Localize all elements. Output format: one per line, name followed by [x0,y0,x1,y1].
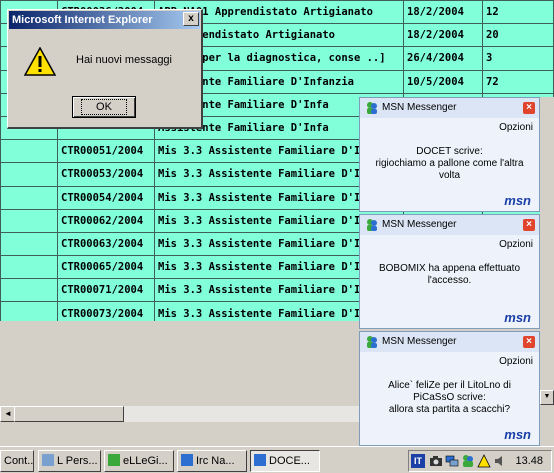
toast-title: MSN Messenger [382,336,457,347]
msn-buddy-icon [367,219,377,231]
taskbar-item-label: Cont... [4,455,34,467]
options-link[interactable]: Opzioni [499,239,533,250]
toast-title: MSN Messenger [382,102,457,113]
msn-toast-3[interactable]: MSN Messenger × Opzioni Alice` feliZe pe… [359,331,540,446]
toast-message[interactable]: Alice` feliZe per il LitoLno di PiCaSsO … [364,380,535,416]
window-icon [181,454,193,466]
table-cell: CTR00062/2004 [57,208,155,233]
table-cell: CTR00063/2004 [57,231,155,257]
warning-tray-icon[interactable] [477,454,491,468]
table-cell: CTR00071/2004 [57,278,155,303]
msn-logo: msn [504,427,531,442]
msn-buddy-icon [367,336,377,348]
toast-line: PiCaSsO scrive: [413,392,486,403]
ok-button-label: OK [81,99,127,115]
msn-logo-text: msn [504,310,531,325]
table-cell: 72 [482,69,554,94]
toast-line: allora sta partita a scacchi? [388,404,511,415]
toast-line: DOCET scrive: [416,146,483,157]
vertical-scrollbar[interactable]: ▼ [540,97,554,422]
warning-icon [24,47,56,76]
toast-line: rigiochiamo a pallone come l'altra [375,158,524,169]
table-cell: 18/2/2004 [403,0,483,25]
table-cell: 10/5/2004 [403,69,483,94]
close-icon[interactable]: × [523,102,535,114]
table-cell [0,139,58,164]
volume-icon[interactable] [493,454,507,468]
taskbar-item-label: DOCE... [269,455,310,467]
table-cell: 20 [482,23,554,48]
msn-buddy-icon [367,102,377,114]
msn-logo-text: msn [504,427,531,442]
taskbar-item[interactable]: L Pers... [38,450,101,472]
table-cell: CTR00053/2004 [57,162,155,187]
table-cell [0,162,58,187]
taskbar-item[interactable]: eLLeGi... [104,450,174,472]
options-link[interactable]: Opzioni [499,356,533,367]
toast-line: l'accesso. [427,275,472,286]
table-cell [0,255,58,280]
table-cell: 26/4/2004 [403,46,483,71]
toast-line: Alice` feliZe per il LitoLno di [388,380,511,391]
taskbar: Cont... L Pers... eLLeGi... Irc Na... DO… [0,446,554,473]
toast-line: volta [438,170,461,181]
close-icon[interactable]: × [523,336,535,348]
dialog-title: Microsoft Internet Explorer [9,11,200,29]
table-cell [0,231,58,257]
dialog-close-button[interactable]: x [183,12,199,26]
toast-message[interactable]: BOBOMIX ha appena effettuato l'accesso. [364,263,535,287]
msn-toast-1[interactable]: MSN Messenger × Opzioni DOCET scrive: ri… [359,97,540,212]
msn-tray-icon[interactable] [461,454,475,468]
table-cell: 12 [482,0,554,25]
table-cell: CTR00051/2004 [57,139,155,164]
toast-title: MSN Messenger [382,219,457,230]
alert-dialog: Microsoft Internet Explorer x Hai nuovi … [7,9,203,129]
table-cell: 18/2/2004 [403,23,483,48]
table-cell: CTR00054/2004 [57,185,155,210]
dialog-message: Hai nuovi messaggi [76,54,172,66]
msn-logo-text: msn [504,193,531,208]
taskbar-item-label: L Pers... [57,455,98,467]
window-icon [108,454,120,466]
scroll-down-button[interactable]: ▼ [540,390,554,405]
msn-logo: msn [504,310,531,325]
language-indicator[interactable]: IT [411,454,425,468]
options-link[interactable]: Opzioni [499,122,533,133]
ie-icon [254,454,266,466]
table-cell [0,208,58,233]
toast-message[interactable]: DOCET scrive: rigiochiamo a pallone come… [364,146,535,182]
system-tray: IT 13.48 [408,450,552,472]
table-cell [0,278,58,303]
table-cell: CTR00065/2004 [57,255,155,280]
network-icon[interactable] [445,454,459,468]
msn-toast-2[interactable]: MSN Messenger × Opzioni BOBOMIX ha appen… [359,214,540,329]
taskbar-item-label: Irc Na... [196,455,235,467]
camera-icon[interactable] [429,454,443,468]
window-icon [42,454,54,466]
taskbar-item-label: eLLeGi... [123,455,168,467]
table-cell: 3 [482,46,554,71]
clock[interactable]: 13.48 [515,455,543,467]
close-icon[interactable]: × [523,219,535,231]
toast-line: BOBOMIX ha appena effettuato [378,263,521,274]
msn-logo: msn [504,193,531,208]
taskbar-item-active[interactable]: DOCE... [250,450,320,472]
taskbar-item[interactable]: Irc Na... [177,450,247,472]
table-cell [0,185,58,210]
taskbar-item[interactable]: Cont... [0,450,34,472]
ok-button[interactable]: OK [72,96,136,118]
scroll-thumb[interactable] [14,406,124,422]
